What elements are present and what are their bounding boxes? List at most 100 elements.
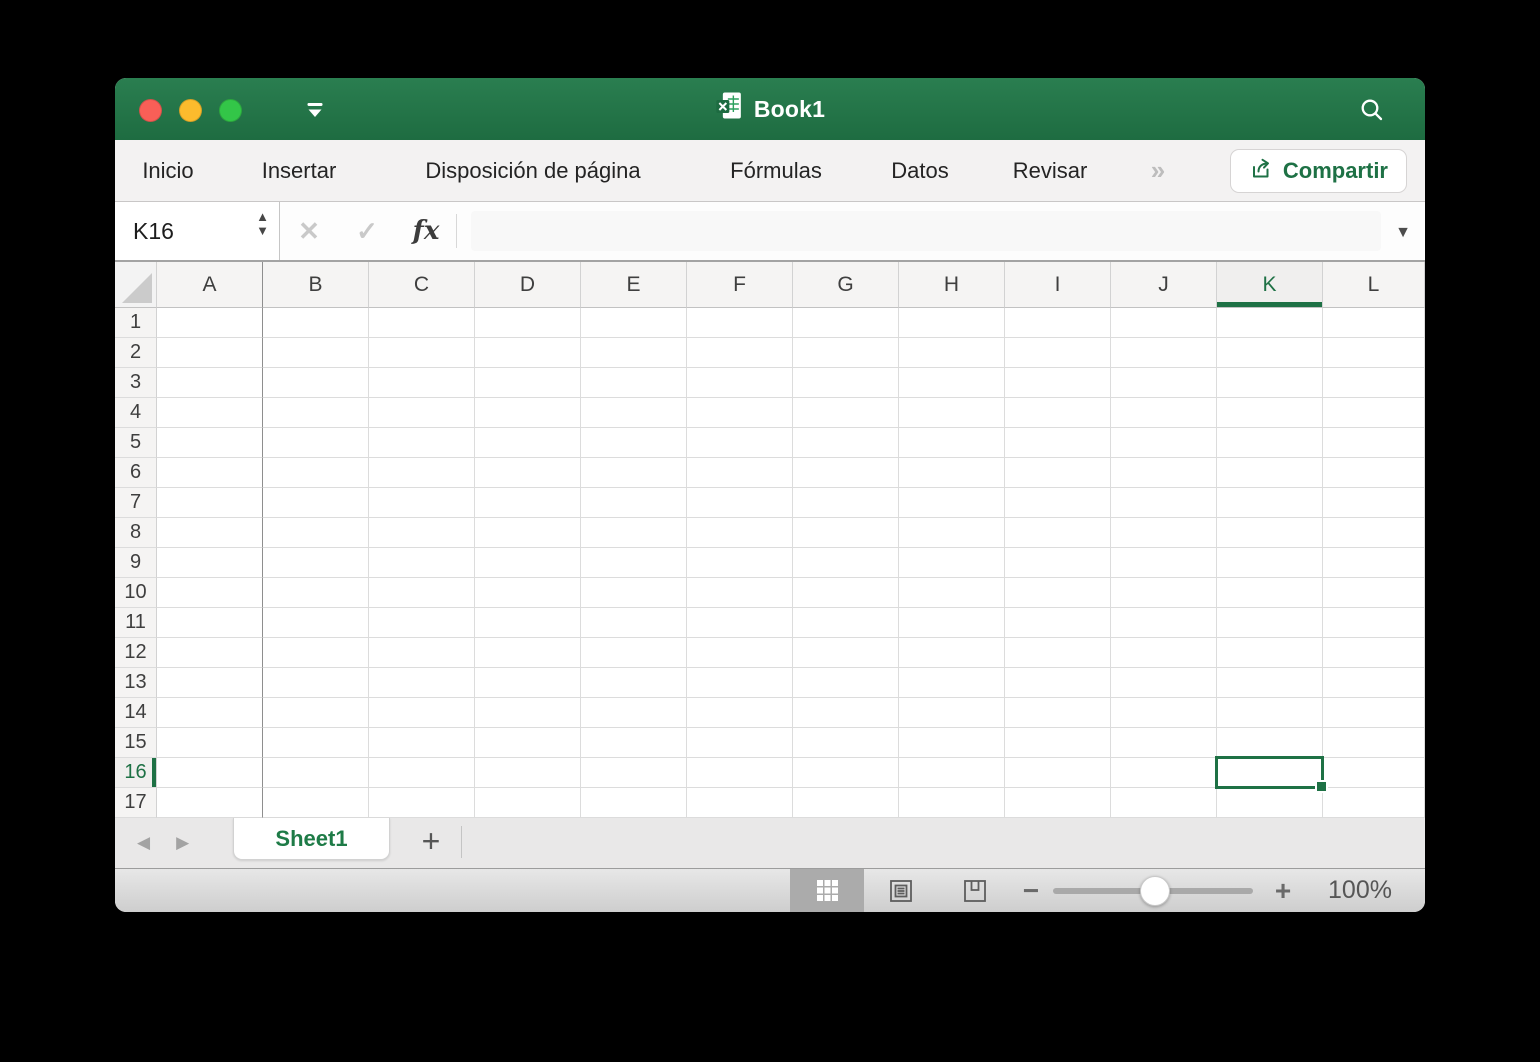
cell-F16[interactable] (687, 758, 793, 788)
cell-C14[interactable] (369, 698, 475, 728)
cell-D1[interactable] (475, 308, 581, 338)
cell-D11[interactable] (475, 608, 581, 638)
cell-E3[interactable] (581, 368, 687, 398)
cell-J5[interactable] (1111, 428, 1217, 458)
cell-B6[interactable] (263, 458, 369, 488)
column-header-I[interactable]: I (1005, 262, 1111, 308)
cell-E16[interactable] (581, 758, 687, 788)
share-button[interactable]: Compartir (1229, 149, 1407, 193)
cell-A10[interactable] (157, 578, 263, 608)
zoom-out-button[interactable]: − (1013, 869, 1049, 912)
cell-G13[interactable] (793, 668, 899, 698)
cell-F9[interactable] (687, 548, 793, 578)
cell-I13[interactable] (1005, 668, 1111, 698)
page-layout-view-button[interactable] (864, 869, 938, 912)
cell-L1[interactable] (1323, 308, 1425, 338)
cell-G3[interactable] (793, 368, 899, 398)
cell-C10[interactable] (369, 578, 475, 608)
cell-F8[interactable] (687, 518, 793, 548)
cell-B16[interactable] (263, 758, 369, 788)
cell-G5[interactable] (793, 428, 899, 458)
cell-E4[interactable] (581, 398, 687, 428)
cell-K16[interactable] (1215, 756, 1328, 793)
cell-K2[interactable] (1217, 338, 1323, 368)
cell-I16[interactable] (1005, 758, 1111, 788)
cell-F3[interactable] (687, 368, 793, 398)
cell-H15[interactable] (899, 728, 1005, 758)
sheet-nav-right-icon[interactable]: ▶ (176, 833, 189, 853)
cell-H13[interactable] (899, 668, 1005, 698)
cell-A3[interactable] (157, 368, 263, 398)
tab-revisar[interactable]: Revisar (1005, 158, 1095, 184)
cell-H14[interactable] (899, 698, 1005, 728)
fullscreen-button[interactable] (219, 99, 242, 122)
cell-J11[interactable] (1111, 608, 1217, 638)
cell-E1[interactable] (581, 308, 687, 338)
cell-A17[interactable] (157, 788, 263, 818)
cell-E12[interactable] (581, 638, 687, 668)
cell-A13[interactable] (157, 668, 263, 698)
cell-C11[interactable] (369, 608, 475, 638)
row-header-14[interactable]: 14 (115, 698, 157, 728)
cell-A4[interactable] (157, 398, 263, 428)
cell-G14[interactable] (793, 698, 899, 728)
cell-E7[interactable] (581, 488, 687, 518)
cell-F15[interactable] (687, 728, 793, 758)
cell-L4[interactable] (1323, 398, 1425, 428)
cell-H8[interactable] (899, 518, 1005, 548)
cell-H6[interactable] (899, 458, 1005, 488)
cell-H1[interactable] (899, 308, 1005, 338)
cell-A15[interactable] (157, 728, 263, 758)
cell-B9[interactable] (263, 548, 369, 578)
tab-datos[interactable]: Datos (883, 158, 957, 184)
cell-J8[interactable] (1111, 518, 1217, 548)
cell-C6[interactable] (369, 458, 475, 488)
cell-L3[interactable] (1323, 368, 1425, 398)
cell-B13[interactable] (263, 668, 369, 698)
cell-G7[interactable] (793, 488, 899, 518)
cell-F7[interactable] (687, 488, 793, 518)
stepper-down-icon[interactable]: ▼ (256, 224, 269, 238)
cell-J17[interactable] (1111, 788, 1217, 818)
cell-J4[interactable] (1111, 398, 1217, 428)
cell-C1[interactable] (369, 308, 475, 338)
row-header-10[interactable]: 10 (115, 578, 157, 608)
cell-J12[interactable] (1111, 638, 1217, 668)
row-header-6[interactable]: 6 (115, 458, 157, 488)
tab-insertar[interactable]: Insertar (249, 158, 349, 184)
cell-B1[interactable] (263, 308, 369, 338)
cell-D14[interactable] (475, 698, 581, 728)
row-header-2[interactable]: 2 (115, 338, 157, 368)
cell-K9[interactable] (1217, 548, 1323, 578)
sheet-tab-sheet1[interactable]: Sheet1 (233, 818, 390, 860)
page-break-view-button[interactable] (938, 869, 1012, 912)
cell-G12[interactable] (793, 638, 899, 668)
close-button[interactable] (139, 99, 162, 122)
cell-B15[interactable] (263, 728, 369, 758)
row-header-12[interactable]: 12 (115, 638, 157, 668)
cell-A7[interactable] (157, 488, 263, 518)
cell-A9[interactable] (157, 548, 263, 578)
cell-C7[interactable] (369, 488, 475, 518)
cell-L12[interactable] (1323, 638, 1425, 668)
cell-L2[interactable] (1323, 338, 1425, 368)
cell-E9[interactable] (581, 548, 687, 578)
stepper-up-icon[interactable]: ▲ (256, 210, 269, 224)
cell-K3[interactable] (1217, 368, 1323, 398)
zoom-in-button[interactable]: + (1265, 869, 1301, 912)
cell-K11[interactable] (1217, 608, 1323, 638)
cell-H10[interactable] (899, 578, 1005, 608)
cell-A16[interactable] (157, 758, 263, 788)
cell-G2[interactable] (793, 338, 899, 368)
cell-G1[interactable] (793, 308, 899, 338)
sheet-nav-left-icon[interactable]: ◀ (137, 833, 150, 853)
cell-A8[interactable] (157, 518, 263, 548)
cell-G8[interactable] (793, 518, 899, 548)
cell-E2[interactable] (581, 338, 687, 368)
cell-G15[interactable] (793, 728, 899, 758)
normal-view-button[interactable] (790, 869, 864, 912)
column-header-E[interactable]: E (581, 262, 687, 308)
cell-L9[interactable] (1323, 548, 1425, 578)
toolbar-collapse-icon[interactable] (303, 97, 327, 121)
cell-L7[interactable] (1323, 488, 1425, 518)
